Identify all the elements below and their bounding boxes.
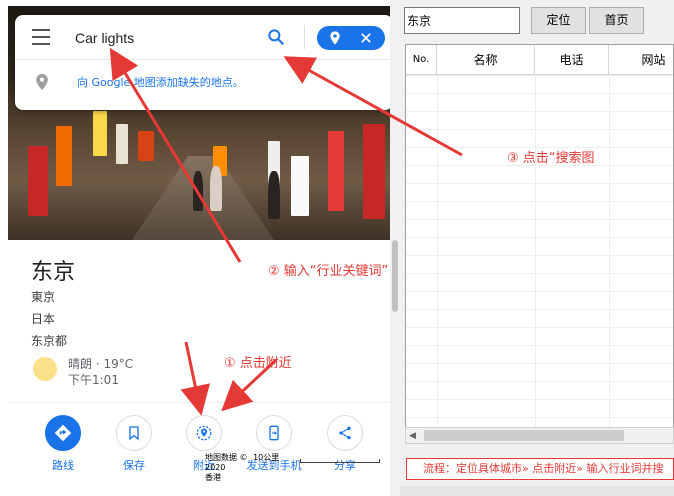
tool-panel: 定位 首页 No. 名称 电话 网站 ◀ 流程：定位具体城市» 点击附近» 输入…: [400, 0, 674, 496]
map-data-credit: 地图数据 © 10公里 2020 香港: [205, 453, 279, 483]
grid-rows: [406, 75, 673, 443]
locate-button[interactable]: 定位: [531, 7, 586, 34]
flow-instructions: 流程：定位具体城市» 点击附近» 输入行业词并搜: [406, 458, 674, 480]
action-directions[interactable]: 路线: [33, 415, 93, 485]
pedestrian: [210, 166, 222, 211]
map-data-region: 香港: [205, 473, 221, 482]
map-data-label: 地图数据 ©: [205, 453, 248, 462]
neon-sign: [28, 146, 48, 216]
weather-condition: 晴朗 · 19°C: [68, 357, 134, 371]
street-shape: [128, 156, 278, 240]
send-to-phone-icon: [269, 425, 279, 441]
search-separator: [15, 59, 393, 60]
search-divider: [304, 25, 305, 49]
neon-sign: [363, 124, 385, 219]
directions-button[interactable]: [45, 415, 81, 451]
sun-icon: [33, 357, 57, 381]
map-data-year: 2020: [205, 463, 226, 472]
directions-icon: [54, 424, 72, 442]
pedestrian: [268, 171, 280, 219]
annotation-step2: ② 输入“行业关键词”: [268, 264, 389, 279]
home-button[interactable]: 首页: [589, 7, 644, 34]
place-country: 日本: [31, 312, 56, 326]
grid-horizontal-scrollbar[interactable]: ◀: [405, 427, 674, 444]
location-pin-icon: [36, 73, 48, 91]
grid-column-line: [609, 75, 610, 443]
neon-sign: [56, 126, 72, 186]
add-place-link[interactable]: 向 Google 地图添加缺失的地点。: [77, 74, 244, 90]
results-grid[interactable]: No. 名称 电话 网站: [405, 44, 674, 444]
place-name-local: 東京: [31, 290, 56, 304]
grid-header: No. 名称 电话 网站: [406, 45, 673, 75]
search-card: 向 Google 地图添加缺失的地点。: [15, 15, 393, 110]
share-icon: [339, 426, 351, 440]
action-label: 保存: [123, 459, 145, 472]
annotation-step1: ① 点击附近: [224, 356, 292, 371]
action-save[interactable]: 保存: [104, 415, 164, 485]
scale-label: 10公里: [253, 453, 280, 462]
neon-sign: [138, 131, 154, 161]
column-header-name[interactable]: 名称: [437, 45, 535, 75]
scrollbar-thumb[interactable]: [392, 240, 398, 312]
horizontal-scroll-thumb[interactable]: [424, 430, 624, 441]
bookmark-icon: [129, 426, 139, 441]
directions-pill[interactable]: [317, 26, 385, 50]
neon-sign: [116, 124, 128, 164]
maps-panel: 向 Google 地图添加缺失的地点。 东京 東京 日本 东京都 晴朗 · 19…: [0, 0, 400, 496]
column-header-website[interactable]: 网站: [609, 45, 673, 75]
screen: 向 Google 地图添加缺失的地点。 东京 東京 日本 东京都 晴朗 · 19…: [0, 0, 674, 496]
send-to-phone-button[interactable]: [256, 415, 292, 451]
save-button[interactable]: [116, 415, 152, 451]
search-input[interactable]: [75, 27, 255, 49]
neon-sign: [93, 111, 107, 156]
action-share[interactable]: 分享: [315, 415, 375, 485]
place-title: 东京: [31, 260, 76, 285]
scroll-left-icon[interactable]: ◀: [409, 431, 416, 441]
grid-column-line: [437, 75, 438, 443]
city-input[interactable]: [404, 7, 520, 34]
menu-icon[interactable]: [32, 29, 50, 45]
neon-sign: [291, 156, 309, 216]
bottom-strip: [400, 486, 674, 496]
add-place-row[interactable]: 向 Google 地图添加缺失的地点。: [15, 65, 393, 97]
pin-icon[interactable]: [327, 30, 343, 46]
share-button[interactable]: [327, 415, 363, 451]
weather-time: 下午1:01: [68, 373, 119, 387]
search-icon[interactable]: [266, 27, 286, 47]
neon-sign: [328, 131, 344, 211]
action-bar: 路线 保存 附近 发送到手机 分享: [8, 402, 390, 496]
annotation-step3: ③ 点击“搜索图: [507, 151, 595, 166]
action-label: 路线: [52, 459, 74, 472]
pedestrian: [193, 171, 203, 211]
column-header-no[interactable]: No.: [406, 45, 437, 75]
search-row: [15, 15, 393, 59]
grid-column-line: [535, 75, 536, 443]
place-region: 东京都: [31, 334, 68, 348]
column-header-phone[interactable]: 电话: [535, 45, 609, 75]
close-icon[interactable]: [359, 31, 373, 45]
nearby-icon: [196, 425, 212, 441]
nearby-button[interactable]: [186, 415, 222, 451]
scale-bar: [300, 459, 380, 463]
